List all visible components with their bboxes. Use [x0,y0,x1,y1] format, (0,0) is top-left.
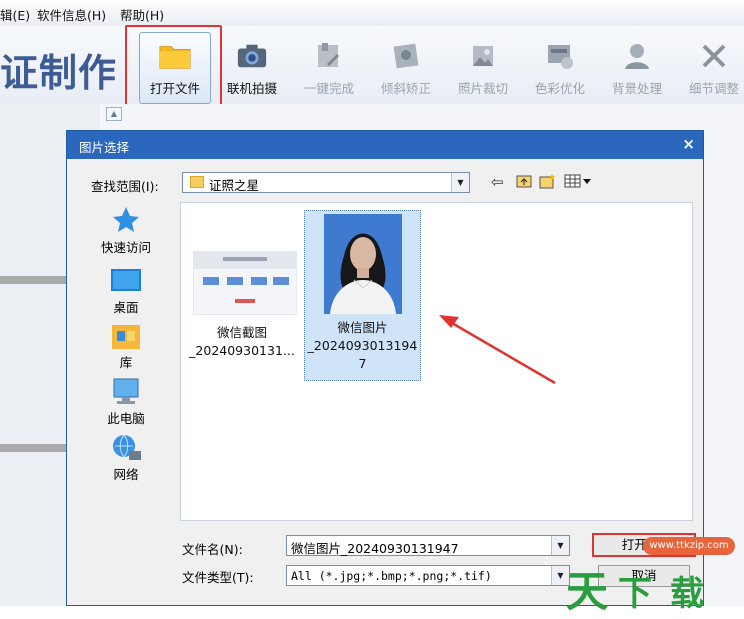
background-icon [621,40,653,72]
color-optimize-label: 色彩优化 [534,81,585,96]
filename-value: 微信图片_20240930131947 [291,541,459,556]
dialog-title: 图片选择 [79,140,130,155]
place-label: 桌面 [113,300,139,315]
file-name-line-2: _2024093013194 [307,338,418,353]
menu-software-info[interactable]: 软件信息(H) [37,5,106,24]
portrait-thumbnail [323,214,402,314]
file-name-line-2: _20240930131... [189,343,295,358]
cancel-button[interactable]: 取消 [598,565,690,587]
place-desktop[interactable]: 桌面 [82,267,170,315]
desktop-icon [111,269,141,291]
scroll-up-button[interactable]: ▲ [106,107,122,121]
filename-label: 文件名(N): [182,542,243,557]
tools-icon [698,40,730,72]
rotate-icon [390,40,422,72]
place-quick-access[interactable]: 快速访问 [82,205,170,255]
filename-input[interactable]: 微信图片_20240930131947 ▼ [286,535,570,556]
place-label: 网络 [113,467,139,482]
app-title: 证制作 [0,51,118,95]
place-network[interactable]: 网络 [82,433,170,482]
close-icon[interactable]: × [682,135,695,153]
background-button[interactable]: 背景处理 [600,30,674,96]
file-item-selected[interactable]: 微信图片 _2024093013194 7 [304,210,421,381]
file-name-line-1: 微信截图 [216,325,267,340]
chevron-down-icon[interactable]: ▼ [551,536,569,555]
place-library[interactable]: 库 [82,321,170,370]
menu-bar: 辑(E) 软件信息(H) 帮助(H) [0,0,744,27]
annotation-arrow [439,315,556,385]
online-capture-label: 联机拍摄 [226,81,277,96]
star-icon [113,207,139,232]
file-item[interactable]: 微信截图 _20240930131... [185,250,299,360]
chevron-down-icon[interactable]: ▼ [551,566,569,585]
magic-icon [313,40,345,72]
open-file-label: 打开文件 [149,81,200,96]
folder-icon [190,176,204,188]
open-file-button[interactable]: 打开文件 [138,30,212,96]
one-click-label: 一键完成 [303,81,354,96]
background-label: 背景处理 [611,81,662,96]
tilt-correct-label: 倾斜矫正 [380,81,431,96]
one-click-button[interactable]: 一键完成 [292,30,366,96]
view-menu-icon[interactable] [564,173,592,193]
place-this-pc[interactable]: 此电脑 [82,377,170,426]
library-icon [112,325,140,349]
places-bar: 快速访问 桌面 库 此电脑 网络 [82,197,170,527]
look-in-value: 证照之星 [209,178,260,193]
file-list: 微信截图 _20240930131... 微信图片 _2024093013194… [180,202,693,521]
new-folder-icon[interactable] [539,173,557,193]
filetype-select[interactable]: All (*.jpg;*.bmp;*.png;*.tif) ▼ [286,565,570,586]
camera-icon [236,40,268,72]
crop-button[interactable]: 照片裁切 [446,30,520,96]
screenshot-thumbnail [192,250,297,316]
file-name-line-1: 微信图片 [337,320,388,335]
menu-edit[interactable]: 辑(E) [0,5,30,24]
color-optimize-button[interactable]: 色彩优化 [523,30,597,96]
tilt-correct-button[interactable]: 倾斜矫正 [369,30,443,96]
chevron-down-icon[interactable]: ▼ [451,173,469,192]
place-label: 此电脑 [107,411,145,426]
dialog-titlebar: 图片选择 × [67,131,703,159]
open-button[interactable]: 打开(O) [592,533,696,557]
online-capture-button[interactable]: 联机拍摄 [215,30,289,96]
crop-icon [467,40,499,72]
place-label: 库 [119,355,133,370]
detail-adjust-button[interactable]: 细节调整 [677,30,744,96]
image-select-dialog: 图片选择 × 查找范围(I): 证照之星 ▼ ⇦ 快速访问 桌面 库 此电脑 网… [66,130,704,606]
detail-adjust-label: 细节调整 [688,81,739,96]
look-in-select[interactable]: 证照之星 ▼ [182,172,470,193]
folder-icon [159,40,191,72]
back-icon[interactable]: ⇦ [491,173,504,191]
filetype-value: All (*.jpg;*.bmp;*.png;*.tif) [291,569,492,583]
color-icon [544,40,576,72]
network-icon [113,434,141,460]
menu-help[interactable]: 帮助(H) [120,5,164,24]
look-in-label: 查找范围(I): [91,179,159,194]
crop-label: 照片裁切 [457,81,508,96]
filetype-label: 文件类型(T): [182,570,254,585]
place-label: 快速访问 [100,240,151,255]
file-name-line-3: 7 [358,356,367,371]
computer-icon [113,378,139,404]
up-folder-icon[interactable] [516,173,532,193]
